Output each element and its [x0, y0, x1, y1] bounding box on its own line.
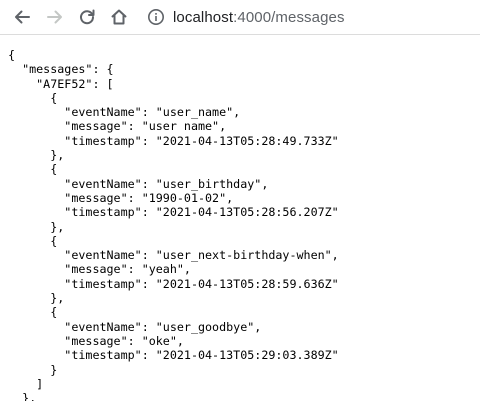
info-circle-icon[interactable] [147, 8, 165, 26]
json-line: "eventName": "user_name", [8, 105, 241, 120]
reload-button[interactable] [75, 5, 99, 29]
url-host: localhost [173, 8, 234, 26]
json-line: "message": "yeah", [8, 262, 191, 277]
json-line: }, [8, 391, 37, 401]
json-line: "timestamp": "2021-04-13T05:28:59.636Z" [8, 276, 339, 291]
json-line: "timestamp": "2021-04-13T05:29:03.389Z" [8, 348, 339, 363]
json-line: "message": "oke", [8, 333, 184, 348]
json-viewer: { "messages": { "A7EF52": [ { "eventName… [8, 48, 339, 401]
json-line: { [8, 162, 58, 177]
json-line: "timestamp": "2021-04-13T05:28:49.733Z" [8, 133, 339, 148]
back-button[interactable] [10, 5, 34, 29]
json-line: { [8, 90, 58, 105]
json-line: }, [8, 291, 65, 306]
json-line: "message": "1990-01-02", [8, 190, 234, 205]
json-line: { [8, 233, 58, 248]
json-line: "timestamp": "2021-04-13T05:28:56.207Z" [8, 205, 339, 220]
home-button[interactable] [107, 5, 131, 29]
json-line: "message": "user name", [8, 119, 227, 134]
home-icon [111, 9, 127, 25]
page-content: { "messages": { "A7EF52": [ { "eventName… [0, 35, 480, 401]
json-line: ] [8, 376, 44, 391]
json-line: { [8, 305, 58, 320]
json-line: }, [8, 148, 65, 163]
browser-toolbar: localhost:4000/messages [0, 0, 480, 35]
json-line: "messages": { [8, 62, 114, 77]
arrow-left-icon [15, 10, 30, 24]
arrow-right-icon [47, 10, 62, 24]
json-line: "eventName": "user_birthday", [8, 176, 269, 191]
json-line: "eventName": "user_next-birthday-when", [8, 248, 339, 263]
json-line: "A7EF52": [ [8, 76, 114, 91]
json-line: "eventName": "user_goodbye", [8, 319, 262, 334]
address-bar[interactable]: localhost:4000/messages [143, 4, 480, 30]
forward-button[interactable] [43, 5, 67, 29]
json-line: } [8, 362, 58, 377]
reload-icon [80, 9, 95, 25]
url-text[interactable]: localhost:4000/messages [173, 9, 345, 26]
json-line: }, [8, 219, 65, 234]
url-path: :4000/messages [233, 8, 345, 26]
json-line: { [8, 48, 16, 62]
